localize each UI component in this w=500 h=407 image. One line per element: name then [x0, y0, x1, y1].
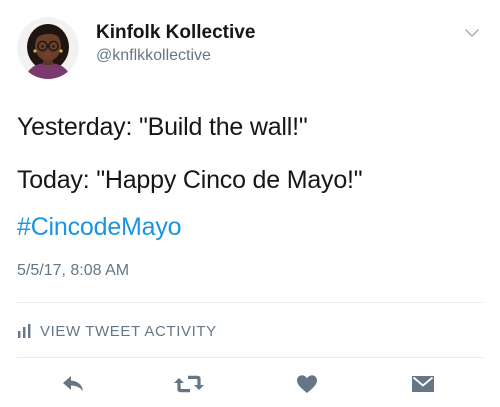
- view-tweet-activity-label: VIEW TWEET ACTIVITY: [40, 322, 217, 340]
- direct-message-button[interactable]: [409, 375, 437, 397]
- divider: [17, 357, 483, 358]
- reply-button[interactable]: [60, 375, 86, 397]
- retweet-icon: [172, 373, 206, 400]
- divider: [17, 302, 483, 303]
- display-name[interactable]: Kinfolk Kollective: [96, 22, 255, 44]
- bar-chart-icon: [17, 324, 32, 338]
- view-tweet-activity-button[interactable]: VIEW TWEET ACTIVITY: [17, 320, 217, 342]
- envelope-icon: [411, 374, 435, 399]
- timestamp[interactable]: 5/5/17, 8:08 AM: [17, 262, 129, 280]
- reply-icon: [61, 374, 85, 399]
- like-button[interactable]: [294, 374, 320, 399]
- tweet-text-line-2: Today: "Happy Cinco de Mayo!": [17, 166, 363, 194]
- hashtag-link[interactable]: #CincodeMayo: [17, 213, 182, 242]
- tweet-text-line-1: Yesterday: "Build the wall!": [17, 113, 308, 141]
- retweet-button[interactable]: [172, 375, 206, 397]
- chevron-down-icon[interactable]: [462, 26, 482, 40]
- heart-icon: [296, 374, 318, 399]
- avatar-illustration: [17, 17, 79, 79]
- handle[interactable]: @knflkkollective: [96, 47, 211, 65]
- avatar[interactable]: [17, 17, 79, 79]
